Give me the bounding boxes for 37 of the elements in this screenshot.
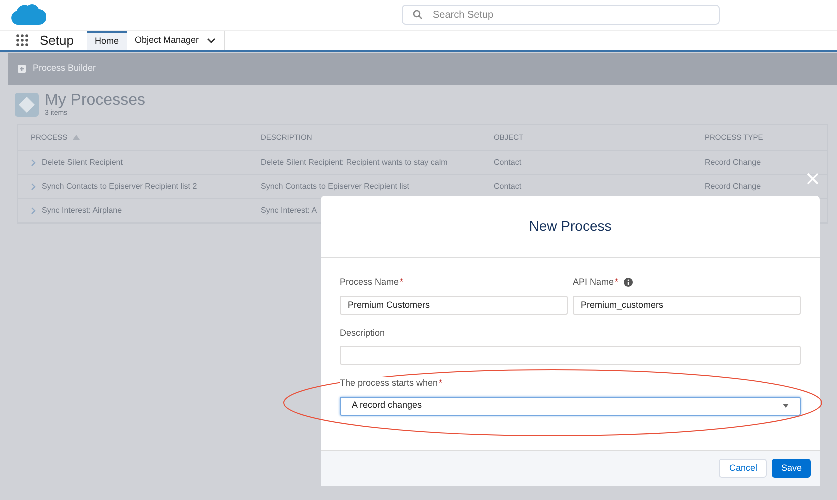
- search-field[interactable]: Search Setup: [402, 5, 720, 25]
- dropdown-field[interactable]: A record changes: [340, 396, 801, 416]
- cloud-logo-icon: [10, 3, 46, 27]
- chevron-right-icon[interactable]: [31, 182, 36, 190]
- search-icon: [413, 10, 423, 20]
- table-cell: Record Change: [705, 180, 762, 192]
- save-button[interactable]: Save: [772, 459, 811, 478]
- process-icon: [15, 93, 39, 117]
- chevron-right-icon[interactable]: [31, 158, 36, 166]
- nav-tab[interactable]: Home: [86, 31, 127, 50]
- process-link[interactable]: Synch Contacts to Episerver Recipient list 2: [42, 180, 198, 192]
- table-cell: Record Change: [705, 156, 762, 168]
- table-cell: Sync Interest: A: [261, 204, 318, 216]
- dialog-title: New Process: [529, 217, 612, 236]
- table-cell: Synch Contacts to Episerver Recipient list: [261, 180, 410, 192]
- sort-up-icon: [72, 135, 80, 140]
- plus-box-icon: [18, 65, 26, 73]
- text-field[interactable]: [340, 346, 801, 365]
- table-cell: Contact: [494, 156, 522, 168]
- close-icon[interactable]: [806, 172, 820, 186]
- process-link[interactable]: Delete Silent Recipient: [42, 156, 123, 168]
- app-name: Setup: [40, 32, 74, 50]
- text-field[interactable]: Premium Customers: [340, 296, 568, 314]
- text-field[interactable]: Premium_customers: [573, 296, 801, 314]
- chevron-right-icon[interactable]: [31, 206, 36, 214]
- field-label: The process starts when: [340, 377, 438, 390]
- cancel-button[interactable]: Cancel: [719, 459, 768, 478]
- caret-icon: [783, 404, 789, 408]
- breadcrumb: Process Builder: [33, 62, 96, 76]
- table-cell: Delete Silent Recipient: Recipient wants to stay calm: [261, 156, 448, 168]
- field-label: Description: [340, 326, 386, 340]
- nav-tab[interactable]: Object Manager: [127, 31, 226, 50]
- process-link[interactable]: Sync Interest: Airplane: [42, 204, 122, 216]
- info-icon[interactable]: [624, 278, 633, 288]
- table-cell: Contact: [494, 180, 522, 192]
- app-launcher-icon[interactable]: [16, 34, 29, 47]
- page-title: My Processes: [45, 93, 146, 109]
